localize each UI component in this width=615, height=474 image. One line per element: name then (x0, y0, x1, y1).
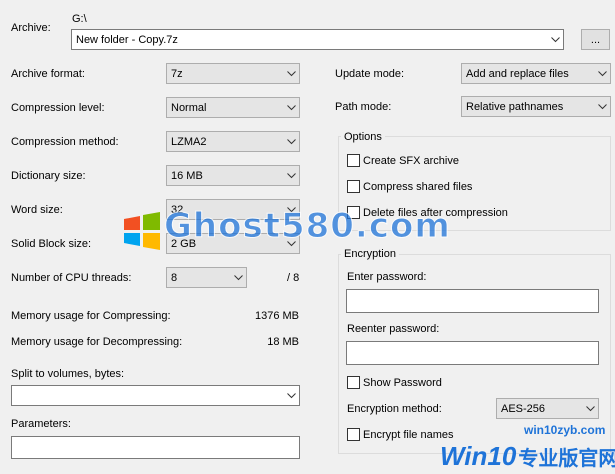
site-watermark: win10zyb.com (524, 423, 606, 437)
split-volumes-label: Split to volumes, bytes: (11, 368, 125, 380)
chevron-down-icon[interactable] (283, 386, 299, 405)
chevron-down-icon (283, 132, 299, 151)
brand-win-text: Win10 (440, 441, 517, 471)
chevron-down-icon (283, 64, 299, 83)
compression-method-label: Compression method: (11, 136, 119, 148)
create-sfx-label[interactable]: Create SFX archive (363, 154, 459, 168)
create-sfx-checkbox[interactable] (347, 154, 360, 167)
compress-shared-checkbox[interactable] (347, 180, 360, 193)
archive-label: Archive: (11, 22, 51, 34)
update-mode-select[interactable]: Add and replace files (461, 63, 611, 84)
compression-level-select[interactable]: Normal (166, 97, 300, 118)
archive-filename-combo[interactable]: New folder - Copy.7z (71, 29, 564, 50)
ghost580-watermark: Ghost580.com (164, 206, 451, 247)
dictionary-size-label: Dictionary size: (11, 170, 86, 182)
dictionary-size-select[interactable]: 16 MB (166, 165, 300, 186)
reenter-password-label: Reenter password: (347, 323, 440, 335)
mem-decompress-value: 18 MB (267, 336, 299, 348)
archive-format-select[interactable]: 7z (166, 63, 300, 84)
chevron-down-icon (582, 399, 598, 418)
path-mode-value: Relative pathnames (466, 100, 564, 113)
mem-compress-value: 1376 MB (254, 310, 299, 322)
browse-button[interactable]: ... (581, 29, 610, 50)
compression-level-label: Compression level: (11, 102, 105, 114)
update-mode-label: Update mode: (335, 68, 405, 80)
options-title: Options (341, 130, 385, 144)
cpu-threads-select[interactable]: 8 (166, 267, 247, 288)
chevron-down-icon (594, 64, 610, 83)
chevron-down-icon (283, 98, 299, 117)
encryption-method-value: AES-256 (501, 402, 546, 415)
show-password-checkbox[interactable] (347, 376, 360, 389)
chevron-down-icon (283, 166, 299, 185)
show-password-label[interactable]: Show Password (363, 376, 442, 390)
solid-block-size-label: Solid Block size: (11, 238, 92, 250)
archive-format-label: Archive format: (11, 68, 85, 80)
split-volumes-combo[interactable] (11, 385, 300, 406)
encrypt-names-checkbox[interactable] (347, 428, 360, 441)
word-size-label: Word size: (11, 204, 63, 216)
cpu-threads-value: 8 (171, 271, 178, 284)
brand-cn-text: 专业版官网 (518, 448, 615, 470)
compress-shared-label[interactable]: Compress shared files (363, 180, 472, 194)
windows-logo-icon (122, 211, 162, 251)
mem-compress-label: Memory usage for Compressing: (11, 310, 171, 322)
cpu-threads-max: / 8 (287, 272, 300, 284)
reenter-password-input[interactable] (346, 341, 599, 365)
dictionary-size-value: 16 MB (171, 169, 203, 182)
chevron-down-icon[interactable] (547, 30, 563, 49)
compression-level-value: Normal (171, 101, 207, 114)
encryption-title: Encryption (341, 247, 399, 261)
encryption-method-label: Encryption method: (347, 403, 442, 415)
chevron-down-icon (594, 97, 610, 116)
cpu-threads-label: Number of CPU threads: (11, 272, 132, 284)
enter-password-input[interactable] (346, 289, 599, 313)
path-mode-label: Path mode: (335, 101, 392, 113)
compression-method-value: LZMA2 (171, 135, 207, 148)
encrypt-names-label[interactable]: Encrypt file names (363, 428, 453, 442)
archive-filename-value: New folder - Copy.7z (76, 33, 178, 46)
chevron-down-icon (230, 268, 246, 287)
path-mode-select[interactable]: Relative pathnames (461, 96, 611, 117)
mem-decompress-label: Memory usage for Decompressing: (11, 336, 183, 348)
enter-password-label: Enter password: (347, 271, 427, 283)
brand-watermark: Win10 专业版官网 (440, 441, 615, 472)
archive-path: G:\ (72, 13, 87, 25)
archive-format-value: 7z (171, 67, 183, 80)
update-mode-value: Add and replace files (466, 67, 569, 80)
parameters-label: Parameters: (11, 418, 71, 430)
parameters-input[interactable] (11, 436, 300, 459)
encryption-method-select[interactable]: AES-256 (496, 398, 599, 419)
compression-method-select[interactable]: LZMA2 (166, 131, 300, 152)
